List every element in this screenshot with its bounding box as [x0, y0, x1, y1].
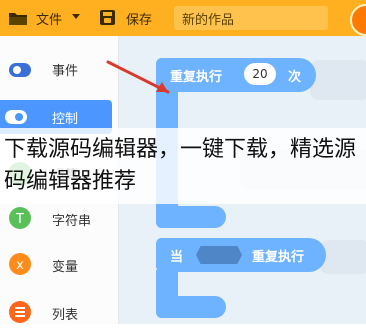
caption-overlay: 下载源码编辑器，一键下载，精选源码编辑器推荐 — [0, 128, 366, 204]
pointer-arrow-icon — [106, 60, 170, 94]
category-events[interactable]: 事件 — [0, 52, 118, 86]
user-avatar[interactable] — [350, 4, 366, 36]
repeat-count-input[interactable]: 20 — [244, 63, 276, 85]
repeat-unit: 次 — [288, 70, 302, 85]
variable-icon: x — [9, 253, 31, 275]
file-menu[interactable]: 文件 — [36, 9, 62, 28]
background-block — [320, 240, 366, 274]
top-toolbar: 文件 保存 — [0, 0, 366, 36]
svg-text:T: T — [15, 212, 24, 227]
repeat-block[interactable]: 重复执行 次 — [156, 58, 316, 92]
category-label: 字符串 — [52, 214, 92, 229]
list-icon — [9, 301, 31, 323]
toggle-icon — [9, 63, 31, 77]
when-label: 当 — [170, 250, 184, 265]
text-icon: T — [9, 207, 31, 229]
category-variables[interactable]: x 变量 — [0, 248, 118, 282]
condition-slot[interactable] — [196, 246, 242, 264]
while-label: 重复执行 — [252, 250, 305, 265]
category-strings[interactable]: T 字符串 — [0, 202, 118, 236]
category-label: 列表 — [52, 308, 79, 323]
category-label: 事件 — [52, 64, 79, 79]
project-title-input[interactable] — [174, 6, 328, 30]
save-button[interactable]: 保存 — [126, 9, 152, 28]
caption-text: 下载源码编辑器，一键下载，精选源码编辑器推荐 — [4, 137, 357, 194]
toggle-icon — [5, 110, 27, 124]
folder-icon[interactable] — [8, 10, 28, 26]
repeat-block-foot — [156, 206, 226, 228]
category-label: 变量 — [52, 260, 79, 275]
category-label: 控制 — [52, 112, 79, 127]
repeat-label: 重复执行 — [170, 70, 223, 85]
background-block — [310, 60, 366, 100]
when-block-foot — [156, 296, 226, 318]
chevron-down-icon[interactable] — [72, 14, 80, 19]
svg-text:x: x — [16, 258, 24, 273]
category-lists[interactable]: 列表 — [0, 296, 118, 330]
save-icon[interactable] — [100, 10, 115, 25]
